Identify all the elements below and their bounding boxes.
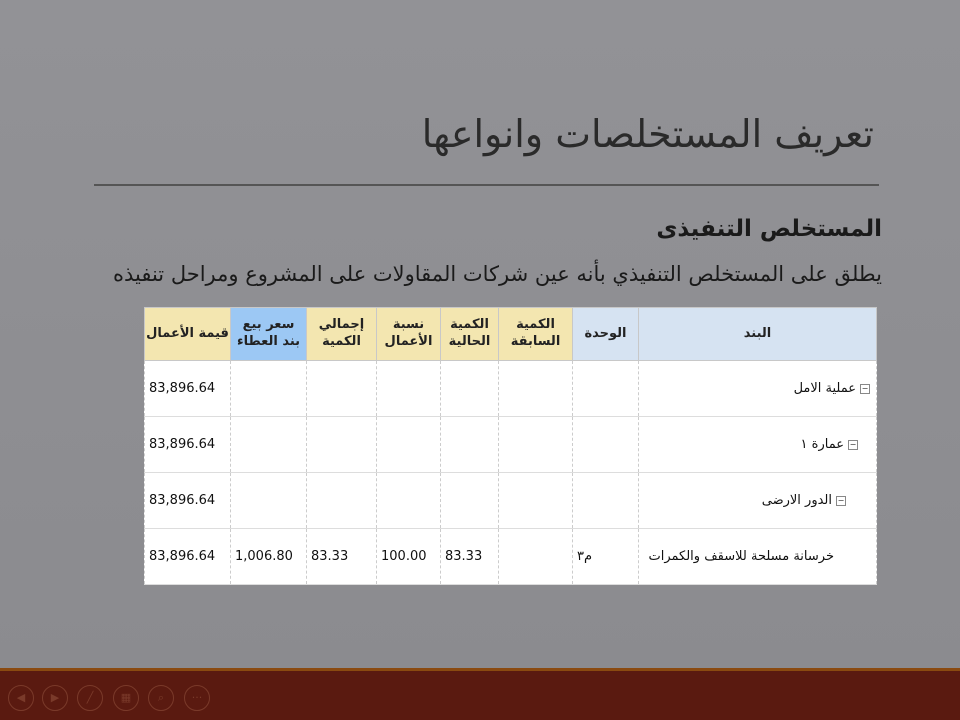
cell-unit: م٣ (572, 528, 639, 585)
cell-price (230, 360, 307, 417)
collapse-icon[interactable]: − (860, 383, 870, 394)
slide-body: يطلق على المستخلص التنفيذي بأنه عين شركا… (112, 262, 882, 286)
collapse-icon[interactable]: − (836, 495, 846, 506)
cell-curr (440, 472, 499, 529)
progress-table: البند الوحدة الكمية السابقة الكمية الحال… (144, 307, 877, 585)
cell-curr: 83.33 (440, 528, 499, 585)
cell-curr (440, 360, 499, 417)
cell-total (306, 416, 377, 473)
cell-total (306, 472, 377, 529)
cell-price (230, 416, 307, 473)
item-label: عمارة ١ (800, 437, 844, 452)
item-label: عملية الامل (793, 381, 856, 396)
cell-unit (572, 416, 639, 473)
cell-unit (572, 360, 639, 417)
collapse-icon[interactable]: − (848, 439, 858, 450)
table-row[interactable]: خرسانة مسلحة للاسقف والكمرات م٣ 83.33 100.0… (144, 528, 877, 585)
col-price: سعر بيع بند العطاء (230, 307, 307, 361)
next-icon[interactable]: ▶ (42, 685, 68, 711)
col-prev-qty: الكمية السابقة (498, 307, 573, 361)
slideshow-toolbar: ◀ ▶ ╱ ▦ ⌕ ··· (0, 668, 960, 720)
header-row: البند الوحدة الكمية السابقة الكمية الحال… (144, 307, 877, 361)
cell-item: −الدور الارضى (638, 472, 877, 529)
col-curr-qty: الكمية الحالية (440, 307, 499, 361)
cell-item: خرسانة مسلحة للاسقف والكمرات (638, 528, 877, 585)
title-divider (94, 184, 879, 186)
pen-icon[interactable]: ╱ (77, 685, 103, 711)
slide-title: تعريف المستخلصات وانواعها (421, 112, 874, 156)
item-label: خرسانة مسلحة للاسقف والكمرات (648, 549, 835, 564)
item-label: الدور الارضى (761, 493, 832, 508)
cell-prev (498, 360, 573, 417)
cell-prev (498, 528, 573, 585)
cell-pct (376, 416, 441, 473)
cell-value: 83,896.64 (144, 360, 231, 417)
cell-curr (440, 416, 499, 473)
cell-pct (376, 472, 441, 529)
slide: تعريف المستخلصات وانواعها المستخلص التنف… (0, 0, 960, 668)
col-work-pct: نسبة الأعمال (376, 307, 441, 361)
cell-prev (498, 416, 573, 473)
cell-total: 83.33 (306, 528, 377, 585)
table-row[interactable]: −الدور الارضى 83,896.64 (144, 472, 877, 529)
col-unit: الوحدة (572, 307, 639, 361)
cell-value: 83,896.64 (144, 416, 231, 473)
col-value: قيمة الأعمال (144, 307, 231, 361)
table-row[interactable]: −عمارة ١ 83,896.64 (144, 416, 877, 473)
zoom-icon[interactable]: ⌕ (148, 685, 174, 711)
cell-pct: 100.00 (376, 528, 441, 585)
more-icon[interactable]: ··· (184, 685, 210, 711)
col-total-qty: إجمالي الكمية (306, 307, 377, 361)
cell-value: 83,896.64 (144, 472, 231, 529)
slides-icon[interactable]: ▦ (113, 685, 139, 711)
cell-price (230, 472, 307, 529)
cell-item: −عمارة ١ (638, 416, 877, 473)
previous-icon[interactable]: ◀ (8, 685, 34, 711)
cell-pct (376, 360, 441, 417)
col-item: البند (638, 307, 877, 361)
table-row[interactable]: −عملية الامل 83,896.64 (144, 360, 877, 417)
cell-value: 83,896.64 (144, 528, 231, 585)
cell-prev (498, 472, 573, 529)
cell-total (306, 360, 377, 417)
slide-subtitle: المستخلص التنفيذى (656, 216, 882, 242)
cell-unit (572, 472, 639, 529)
cell-item: −عملية الامل (638, 360, 877, 417)
cell-price: 1,006.80 (230, 528, 307, 585)
